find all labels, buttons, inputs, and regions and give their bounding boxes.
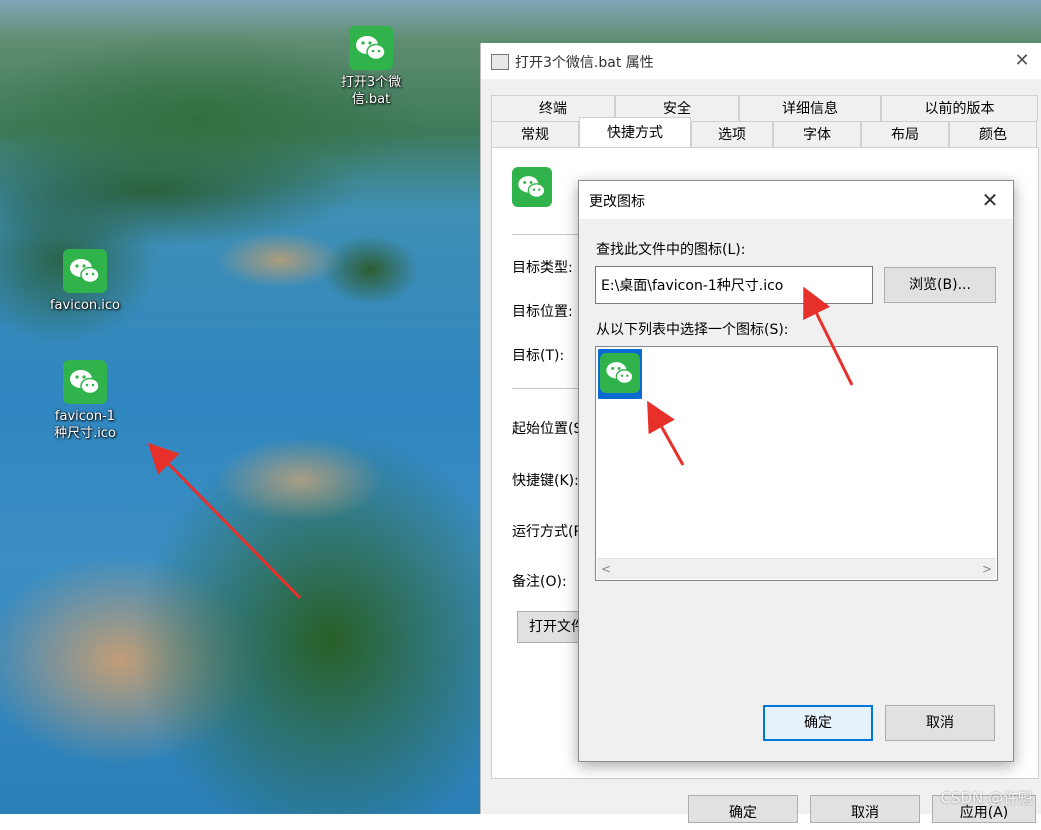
change-icon-title: 更改图标 [589,194,645,210]
tab-row-2: 常规 快捷方式 选项 字体 布局 颜色 [491,117,1037,148]
wechat-icon [600,353,640,393]
browse-button[interactable]: 浏览(B)... [884,267,996,303]
tab-details[interactable]: 详细信息 [739,95,881,121]
tab-options[interactable]: 选项 [691,121,773,147]
wechat-icon [63,360,107,404]
icon-list-item-selected[interactable] [598,349,642,399]
properties-cancel-button[interactable]: 取消 [810,795,920,823]
close-icon[interactable]: ✕ [977,187,1003,213]
watermark: CSDN @许魁 [940,789,1033,807]
wechat-icon [349,26,393,70]
desktop-icon-favicon-1size[interactable]: favicon-1种尺寸.ico [40,360,130,442]
target-label: 目标(T): [512,348,565,364]
properties-ok-button[interactable]: 确定 [688,795,798,823]
desktop-icon-bat[interactable]: 打开3个微信.bat [326,26,416,108]
tab-font[interactable]: 字体 [773,121,861,147]
shortcut-key-label: 快捷键(K): [512,473,579,489]
tab-previous-versions[interactable]: 以前的版本 [881,95,1038,121]
target-type-label: 目标类型: [512,260,573,276]
horizontal-scrollbar[interactable]: < > [597,558,996,579]
comment-label: 备注(O): [512,574,567,590]
desktop-icon-label: 打开3个微信.bat [340,75,402,107]
change-icon-ok-button[interactable]: 确定 [763,705,873,741]
tab-colors[interactable]: 颜色 [949,121,1037,147]
target-location-label: 目标位置: [512,304,573,320]
change-icon-dialog: 更改图标 ✕ 查找此文件中的图标(L): 浏览(B)... 从以下列表中选择一个… [578,180,1014,762]
batch-file-icon [491,54,509,70]
desktop-icon-favicon[interactable]: favicon.ico [40,249,130,314]
properties-title: 打开3个微信.bat 属性 [515,55,654,71]
wechat-icon [512,167,552,207]
icon-path-input[interactable] [595,266,873,304]
tab-shortcut[interactable]: 快捷方式 [579,117,691,147]
desktop-icon-label: favicon.ico [49,298,121,313]
change-icon-titlebar[interactable]: 更改图标 ✕ [579,181,1013,219]
change-icon-cancel-button[interactable]: 取消 [885,705,995,741]
tab-row-1: 终端 安全 详细信息 以前的版本 [491,95,1038,122]
close-icon[interactable]: ✕ [1010,49,1034,73]
tab-layout[interactable]: 布局 [861,121,949,147]
start-in-label: 起始位置(S [512,421,583,437]
wechat-icon [63,249,107,293]
find-icons-label: 查找此文件中的图标(L): [596,242,746,258]
desktop-icon-label: favicon-1种尺寸.ico [54,409,116,441]
chevron-left-icon[interactable]: < [597,559,615,579]
run-label: 运行方式(R [512,524,584,540]
icon-list-label: 从以下列表中选择一个图标(S): [596,322,789,338]
icon-list[interactable]: < > [595,346,998,581]
chevron-right-icon[interactable]: > [978,559,996,579]
properties-titlebar[interactable]: 打开3个微信.bat 属性 ✕ [481,43,1041,79]
tab-general[interactable]: 常规 [491,121,579,147]
